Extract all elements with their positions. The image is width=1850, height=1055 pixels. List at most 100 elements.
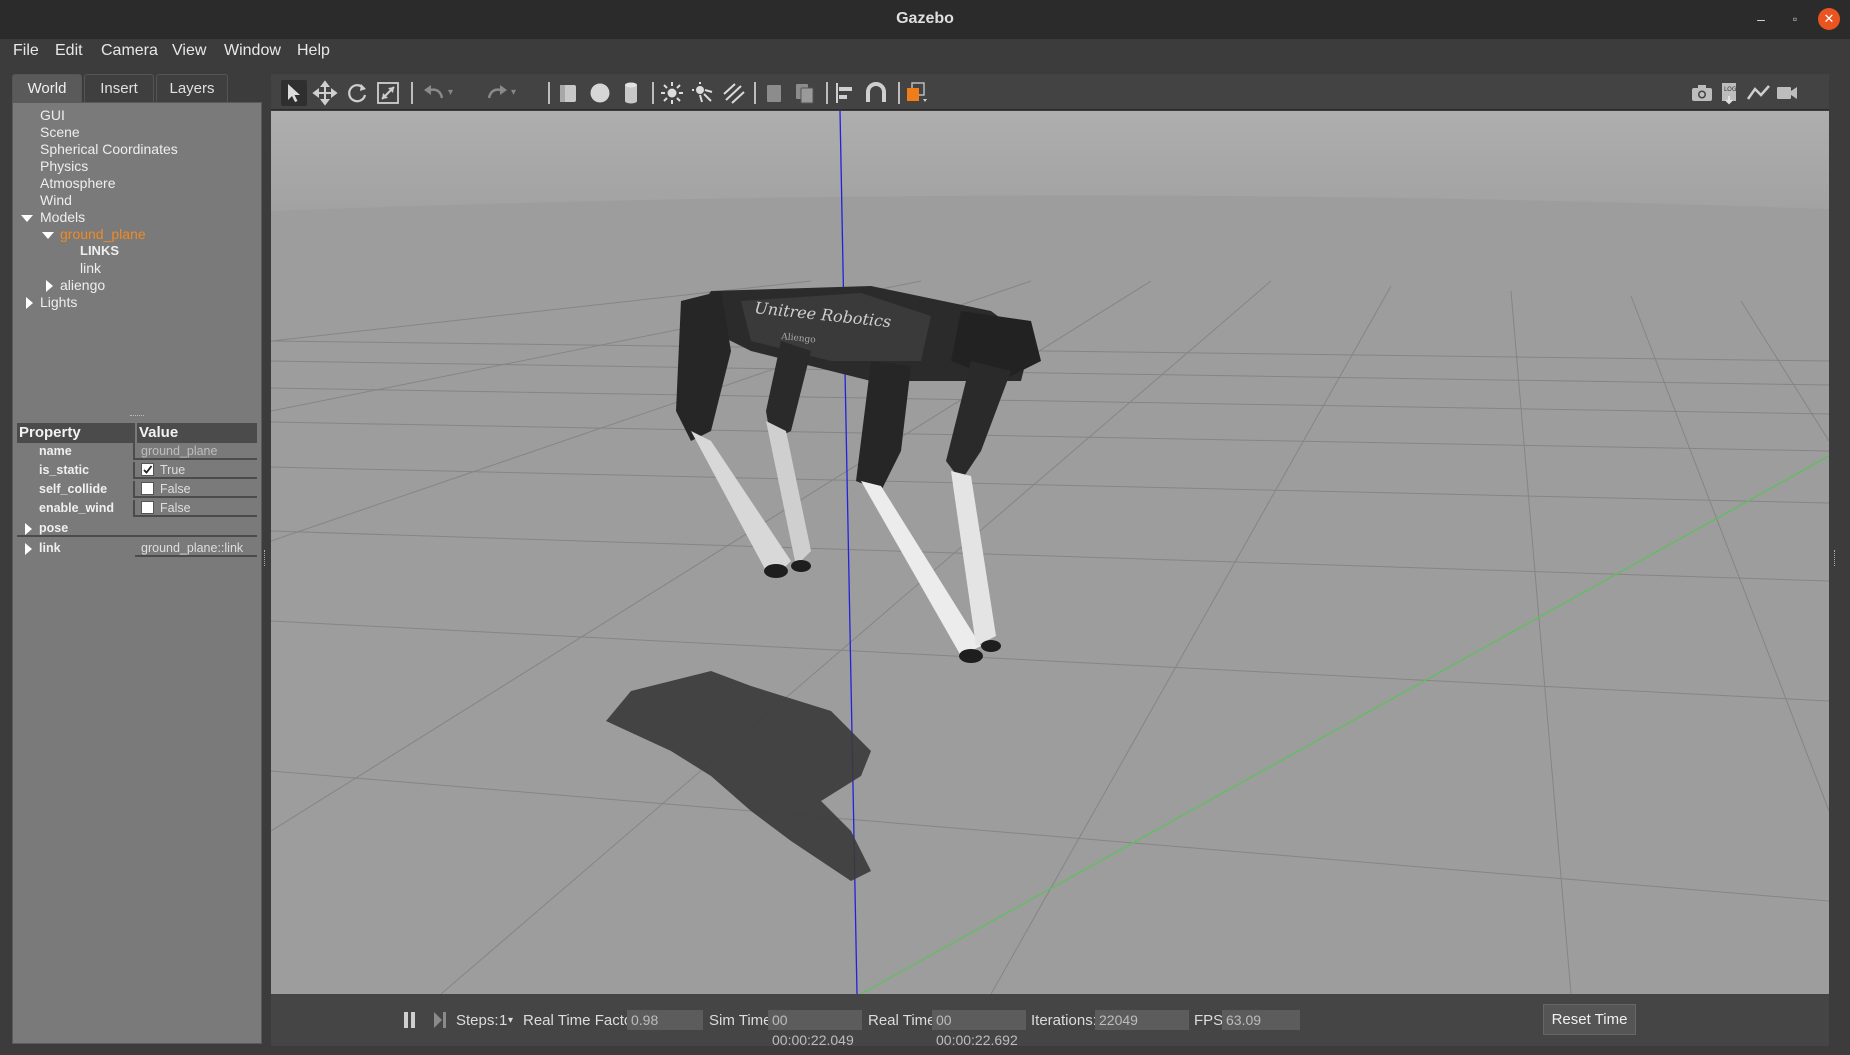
video-icon[interactable] <box>1774 80 1800 106</box>
translate-icon[interactable] <box>312 80 338 106</box>
rotate-icon[interactable] <box>344 80 370 106</box>
cylinder-icon[interactable] <box>618 80 644 106</box>
menu-file[interactable]: File <box>13 42 39 60</box>
expand-link-icon[interactable] <box>25 543 32 555</box>
maximize-button[interactable]: ▫ <box>1784 8 1806 30</box>
3d-viewport[interactable]: Unitree Robotics Aliengo <box>271 111 1829 994</box>
spot-light-icon[interactable] <box>690 80 716 106</box>
tree-item-spherical-coordinates[interactable]: Spherical Coordinates <box>40 141 178 157</box>
property-name: is_static <box>17 462 135 479</box>
redo-dropdown-icon[interactable]: ▾ <box>511 80 523 106</box>
property-row-link[interactable]: link ground_plane::link <box>17 540 257 557</box>
tree-item-gui[interactable]: GUI <box>40 107 65 123</box>
self-collide-checkbox[interactable] <box>141 482 154 496</box>
log-icon[interactable]: LOG <box>1717 80 1743 106</box>
splitter-handle[interactable] <box>130 415 144 418</box>
toolbar-separator <box>548 82 550 104</box>
sim-time-field: 00 00:00:22.049 <box>768 1010 862 1048</box>
property-row-enable-wind[interactable]: enable_wind False <box>17 500 257 517</box>
select-arrow-icon[interactable] <box>281 80 307 106</box>
minimize-button[interactable]: – <box>1750 8 1772 30</box>
property-row-is-static[interactable]: is_static True <box>17 462 257 479</box>
tab-world[interactable]: World <box>12 74 82 102</box>
property-name: self_collide <box>17 481 135 498</box>
paste-icon[interactable] <box>792 80 818 106</box>
right-splitter-handle[interactable] <box>1834 550 1837 566</box>
property-value-cell: False <box>137 481 257 498</box>
steps-label: Steps: <box>456 1012 499 1029</box>
close-button[interactable]: ✕ <box>1818 8 1840 30</box>
is-static-checkbox[interactable] <box>141 463 154 477</box>
screenshot-icon[interactable] <box>1689 80 1715 106</box>
expand-aliengo-icon[interactable] <box>46 280 53 292</box>
bottom-bar: Steps: 1 ▾ Real Time Factor: 0.98 Sim Ti… <box>271 994 1829 1048</box>
fps-field: 63.09 <box>1222 1010 1300 1030</box>
tree-item-atmosphere[interactable]: Atmosphere <box>40 175 115 191</box>
property-name: link <box>17 540 135 557</box>
tree-item-scene[interactable]: Scene <box>40 124 80 140</box>
tree-item-ground-plane[interactable]: ground_plane <box>60 226 146 242</box>
undo-icon[interactable] <box>421 80 447 106</box>
menu-window[interactable]: Window <box>224 42 281 60</box>
real-time-label: Real Time: <box>868 1012 940 1029</box>
property-row-name[interactable]: name ground_plane <box>17 443 257 460</box>
property-row-pose[interactable]: pose <box>17 520 257 537</box>
property-name: name <box>17 443 135 460</box>
view-angle-icon[interactable] <box>903 80 929 106</box>
property-value-cell: True <box>137 462 257 479</box>
tree-item-physics[interactable]: Physics <box>40 158 88 174</box>
tree-item-aliengo[interactable]: aliengo <box>60 277 105 293</box>
menu-camera[interactable]: Camera <box>101 42 158 60</box>
steps-dropdown-icon[interactable]: ▾ <box>508 1015 513 1026</box>
expand-lights-icon[interactable] <box>26 297 33 309</box>
left-panel: World Insert Layers GUI Scene Spherical … <box>12 74 262 1044</box>
rtf-label: Real Time Factor: <box>523 1012 642 1029</box>
tree-item-models[interactable]: Models <box>40 209 85 225</box>
pause-icon[interactable] <box>403 1012 417 1028</box>
tree-item-wind[interactable]: Wind <box>40 192 72 208</box>
sphere-icon[interactable] <box>587 80 613 106</box>
property-value-cell: False <box>137 500 257 517</box>
property-header: Property <box>17 423 135 443</box>
property-name: enable_wind <box>17 500 135 517</box>
scale-icon[interactable] <box>375 80 401 106</box>
step-icon[interactable] <box>433 1012 447 1028</box>
gazebo-window: Gazebo – ▫ ✕ File Edit Camera View Windo… <box>0 0 1850 1055</box>
copy-icon[interactable] <box>761 80 787 106</box>
toolbar-separator <box>754 82 756 104</box>
menu-edit[interactable]: Edit <box>55 42 83 60</box>
align-icon[interactable] <box>832 80 858 106</box>
point-light-icon[interactable] <box>659 80 685 106</box>
redo-icon[interactable] <box>484 80 510 106</box>
plot-icon[interactable] <box>1746 80 1772 106</box>
scene-render: Unitree Robotics Aliengo <box>271 111 1829 994</box>
box-icon[interactable] <box>555 80 581 106</box>
title-bar: Gazebo – ▫ ✕ <box>0 0 1850 39</box>
enable-wind-checkbox[interactable] <box>141 501 154 515</box>
is-static-value: True <box>160 463 186 477</box>
tree-item-lights[interactable]: Lights <box>40 294 77 310</box>
property-row-self-collide[interactable]: self_collide False <box>17 481 257 498</box>
property-value: ground_plane::link <box>141 541 244 555</box>
snap-icon[interactable] <box>863 80 889 106</box>
property-name: pose <box>39 521 69 535</box>
steps-value[interactable]: 1 <box>499 1012 507 1029</box>
expand-ground-plane-icon[interactable] <box>42 232 54 239</box>
menu-view[interactable]: View <box>172 42 206 60</box>
tab-layers[interactable]: Layers <box>156 74 228 102</box>
property-value[interactable]: ground_plane <box>137 443 257 460</box>
self-collide-value: False <box>160 482 191 496</box>
directional-light-icon[interactable] <box>721 80 747 106</box>
expand-models-icon[interactable] <box>21 215 33 222</box>
enable-wind-value: False <box>160 501 191 515</box>
tab-insert[interactable]: Insert <box>84 74 154 102</box>
undo-dropdown-icon[interactable]: ▾ <box>448 80 460 106</box>
window-title: Gazebo <box>896 10 954 27</box>
real-time-field: 00 00:00:22.692 <box>932 1010 1026 1048</box>
menu-help[interactable]: Help <box>297 42 330 60</box>
left-splitter-handle[interactable] <box>264 550 267 566</box>
tree-item-link[interactable]: link <box>80 260 101 276</box>
reset-time-button[interactable]: Reset Time <box>1543 1004 1636 1035</box>
toolbar-separator <box>652 82 654 104</box>
toolbar: ▾ ▾ LOG <box>271 74 1829 110</box>
